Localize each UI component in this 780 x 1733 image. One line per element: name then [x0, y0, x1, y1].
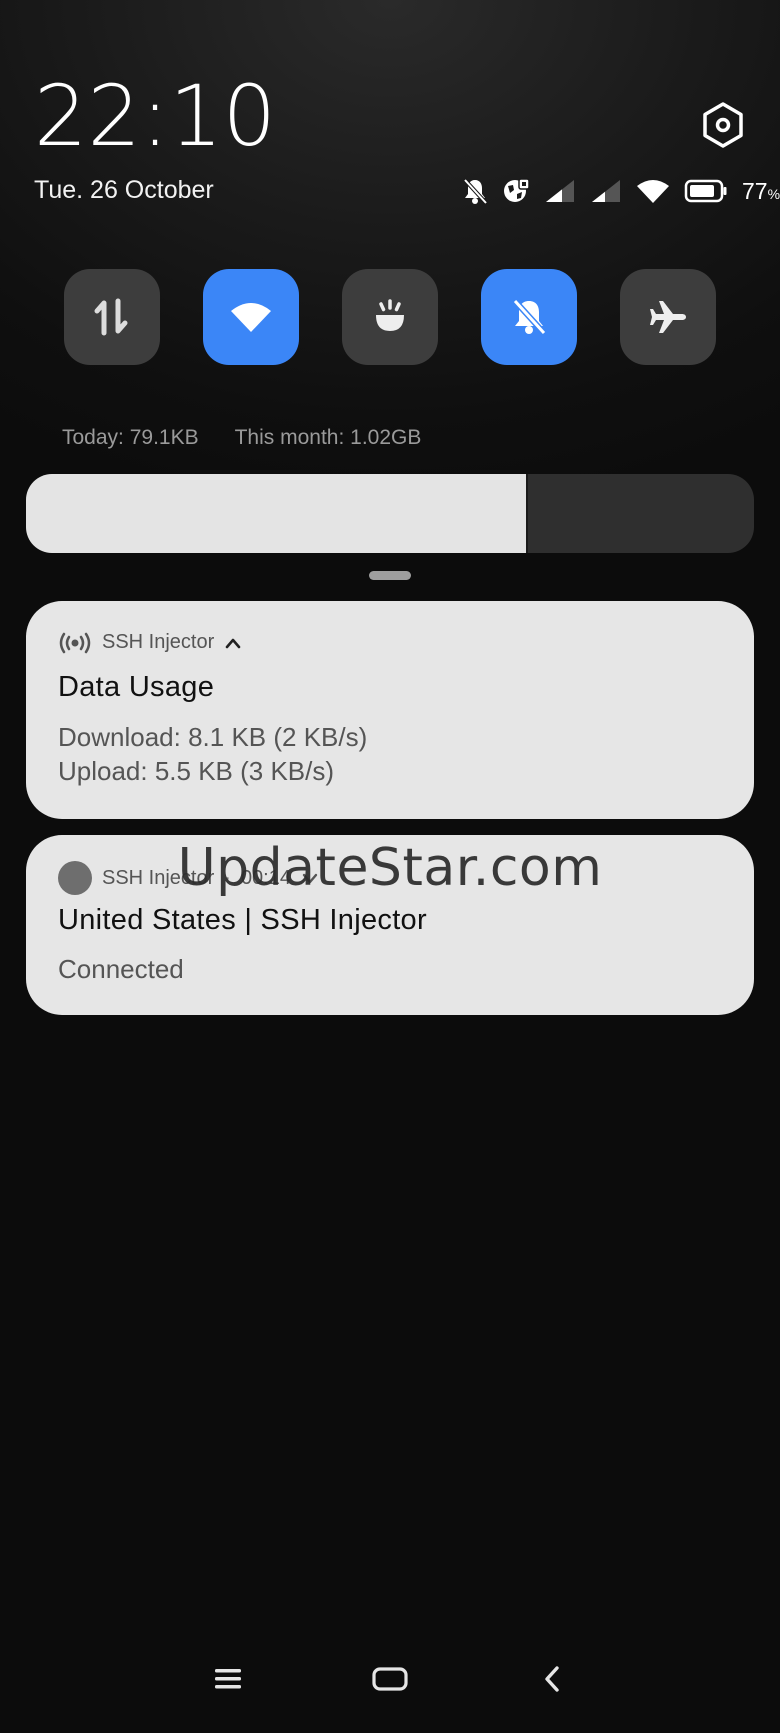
usage-today: Today: 79.1KB	[62, 426, 199, 449]
bell-off-icon	[512, 298, 547, 336]
chevron-up-icon[interactable]	[224, 636, 242, 650]
notification-upload-line: Upload: 5.5 KB (3 KB/s)	[58, 756, 335, 786]
status-bar-icons: 77%	[462, 174, 780, 208]
shade-drag-handle[interactable]	[369, 571, 411, 580]
notification-shade: 22:10 Tue. 26 October 77% Today: 79.1KB …	[0, 0, 780, 1733]
broadcast-icon	[59, 632, 91, 653]
data-usage-summary: Today: 79.1KB This month: 1.02GB	[62, 426, 421, 450]
navigation-bar	[0, 1623, 780, 1733]
notification-title: Data Usage	[58, 671, 215, 703]
app-status-dot-icon	[58, 861, 92, 895]
settings-button[interactable]	[698, 100, 748, 150]
notification-title: United States | SSH Injector	[58, 904, 427, 936]
airplane-icon	[650, 301, 686, 333]
notification-download-line: Download: 8.1 KB (2 KB/s)	[58, 722, 368, 752]
notification-separator: ·	[224, 866, 231, 889]
notification-app-name: SSH Injector	[102, 631, 215, 653]
wifi-icon	[637, 180, 669, 203]
settings-gear-icon	[703, 102, 743, 148]
menu-icon	[215, 1669, 241, 1689]
notification-header: SSH Injector · 00:14	[58, 861, 319, 895]
battery-icon	[684, 179, 727, 203]
menu-button[interactable]	[208, 1659, 248, 1699]
brightness-fill	[26, 474, 529, 553]
vpn-globe-icon	[504, 178, 530, 202]
signal-1-icon	[546, 180, 574, 202]
notification-app-name: SSH Injector	[102, 866, 215, 889]
tile-wifi[interactable]	[203, 269, 299, 365]
date[interactable]: Tue. 26 October	[34, 176, 214, 205]
notification-connection[interactable]: SSH Injector · 00:14 United States | SSH…	[26, 835, 754, 1015]
tile-flashlight[interactable]	[342, 269, 438, 365]
battery-percent: 77%	[742, 177, 780, 204]
notification-status-line: Connected	[58, 954, 184, 984]
quick-settings-tiles	[64, 269, 716, 365]
tile-mute[interactable]	[481, 269, 577, 365]
clock[interactable]: 22:10	[34, 74, 276, 158]
home-button[interactable]	[370, 1659, 410, 1699]
back-icon	[545, 1666, 559, 1692]
tile-mobile-data[interactable]	[64, 269, 160, 365]
chevron-down-icon[interactable]	[301, 871, 319, 885]
notification-time: 00:14	[240, 866, 291, 889]
usage-month: This month: 1.02GB	[234, 426, 422, 449]
notification-header: SSH Injector	[58, 631, 242, 654]
flashlight-icon	[376, 299, 404, 331]
tile-airplane-mode[interactable]	[620, 269, 716, 365]
data-arrows-icon	[94, 298, 128, 336]
home-icon	[372, 1667, 408, 1691]
signal-2-icon	[592, 180, 620, 202]
back-button[interactable]	[532, 1659, 572, 1699]
wifi-icon	[231, 303, 271, 332]
brightness-slider[interactable]	[26, 474, 754, 553]
mute-bell-icon	[463, 178, 488, 205]
notification-data-usage[interactable]: SSH Injector Data Usage Download: 8.1 KB…	[26, 601, 754, 819]
